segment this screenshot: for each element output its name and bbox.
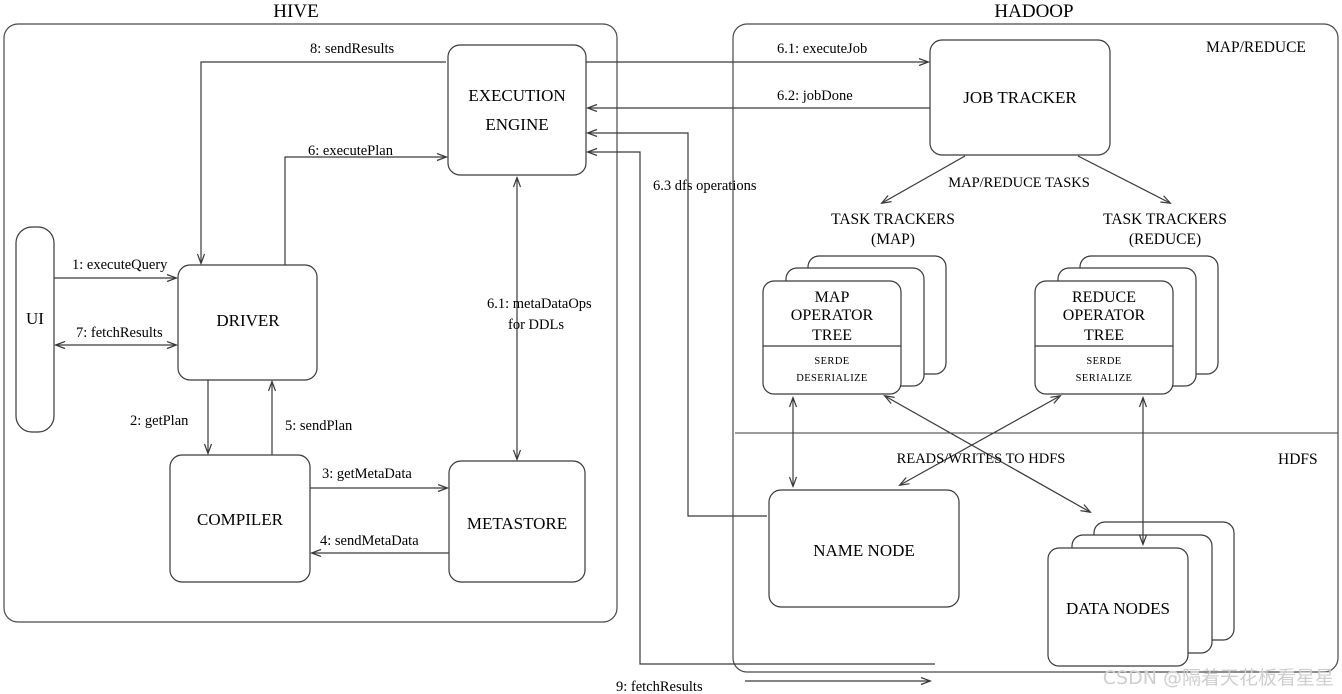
map-serde-label-2: DESERIALIZE <box>796 373 867 384</box>
edge-send-plan-label: 5: sendPlan <box>285 418 353 434</box>
reduce-operator-tree-label-2: OPERATOR <box>1063 307 1146 324</box>
edge-fetch-results-9-label: 9: fetchResults <box>616 679 703 694</box>
edge-metadataops-label-2: for DDLs <box>508 317 564 333</box>
edge-send-results-label: 8: sendResults <box>310 41 395 57</box>
map-operator-tree-label-2: OPERATOR <box>791 307 874 324</box>
edge-metadataops-label-1: 6.1: metaDataOps <box>487 296 592 312</box>
edge-execute-plan-label: 6: executePlan <box>308 143 394 159</box>
node-ui-label: UI <box>26 309 44 328</box>
hive-title: HIVE <box>273 1 318 22</box>
node-compiler-label: COMPILER <box>197 510 284 529</box>
task-trackers-reduce-title-2: (REDUCE) <box>1129 231 1201 248</box>
edge-get-plan-label: 2: getPlan <box>130 413 189 429</box>
mapreduce-corner-label: MAP/REDUCE <box>1206 39 1306 56</box>
node-execution-engine-label-1: EXECUTION <box>468 86 565 105</box>
edge-send-results <box>201 61 446 263</box>
map-operator-tree-label-3: TREE <box>812 327 852 344</box>
edge-job-done-label: 6.2: jobDone <box>777 88 853 104</box>
node-driver-label: DRIVER <box>216 311 280 330</box>
edge-reads-writes-hdfs-label: READS/WRITES TO HDFS <box>897 451 1066 467</box>
reduce-operator-tree-label-1: REDUCE <box>1072 289 1136 306</box>
edge-dfs-operations-label: 6.3 dfs operations <box>653 178 757 194</box>
node-metastore-label: METASTORE <box>467 514 567 533</box>
map-serde-label-1: SERDE <box>814 356 849 367</box>
task-trackers-map-title-2: (MAP) <box>871 231 915 248</box>
edge-get-metadata-label: 3: getMetaData <box>322 466 412 482</box>
csdn-watermark: CSDN @隔着天花板看星星 <box>1102 667 1334 689</box>
node-execution-engine-label-2: ENGINE <box>485 115 548 134</box>
task-trackers-map-title-1: TASK TRACKERS <box>831 211 955 228</box>
reduce-serde-label-1: SERDE <box>1086 356 1121 367</box>
node-job-tracker-label: JOB TRACKER <box>963 88 1077 107</box>
hadoop-title: HADOOP <box>994 1 1073 22</box>
edge-reduce-to-name-node <box>900 396 1060 485</box>
edge-map-reduce-tasks-label: MAP/REDUCE TASKS <box>948 175 1090 191</box>
diagram-canvas: HIVE HADOOP MAP/REDUCE HDFS UI DRIVER CO… <box>0 0 1342 694</box>
task-trackers-reduce-title-1: TASK TRACKERS <box>1103 211 1227 228</box>
node-execution-engine[interactable] <box>447 44 587 176</box>
edge-send-metadata-label: 4: sendMetaData <box>320 533 419 549</box>
hdfs-corner-label: HDFS <box>1278 451 1318 468</box>
edge-execute-plan <box>284 157 446 265</box>
node-data-nodes-label: DATA NODES <box>1066 599 1170 618</box>
edge-reduce-tasks <box>1077 155 1170 203</box>
edge-fetch-results-label: 7: fetchResults <box>76 325 163 341</box>
edge-execute-job-label: 6.1: executeJob <box>777 41 867 57</box>
map-operator-tree-label-1: MAP <box>815 289 850 306</box>
node-ui[interactable] <box>15 226 55 433</box>
reduce-serde-label-2: SERIALIZE <box>1076 373 1133 384</box>
hive-architecture-diagram: HIVE HADOOP MAP/REDUCE HDFS UI DRIVER CO… <box>3 1 1339 694</box>
node-name-node-label: NAME NODE <box>813 541 915 560</box>
edge-execute-query-label: 1: executeQuery <box>72 257 168 273</box>
reduce-operator-tree-label-3: TREE <box>1084 327 1124 344</box>
